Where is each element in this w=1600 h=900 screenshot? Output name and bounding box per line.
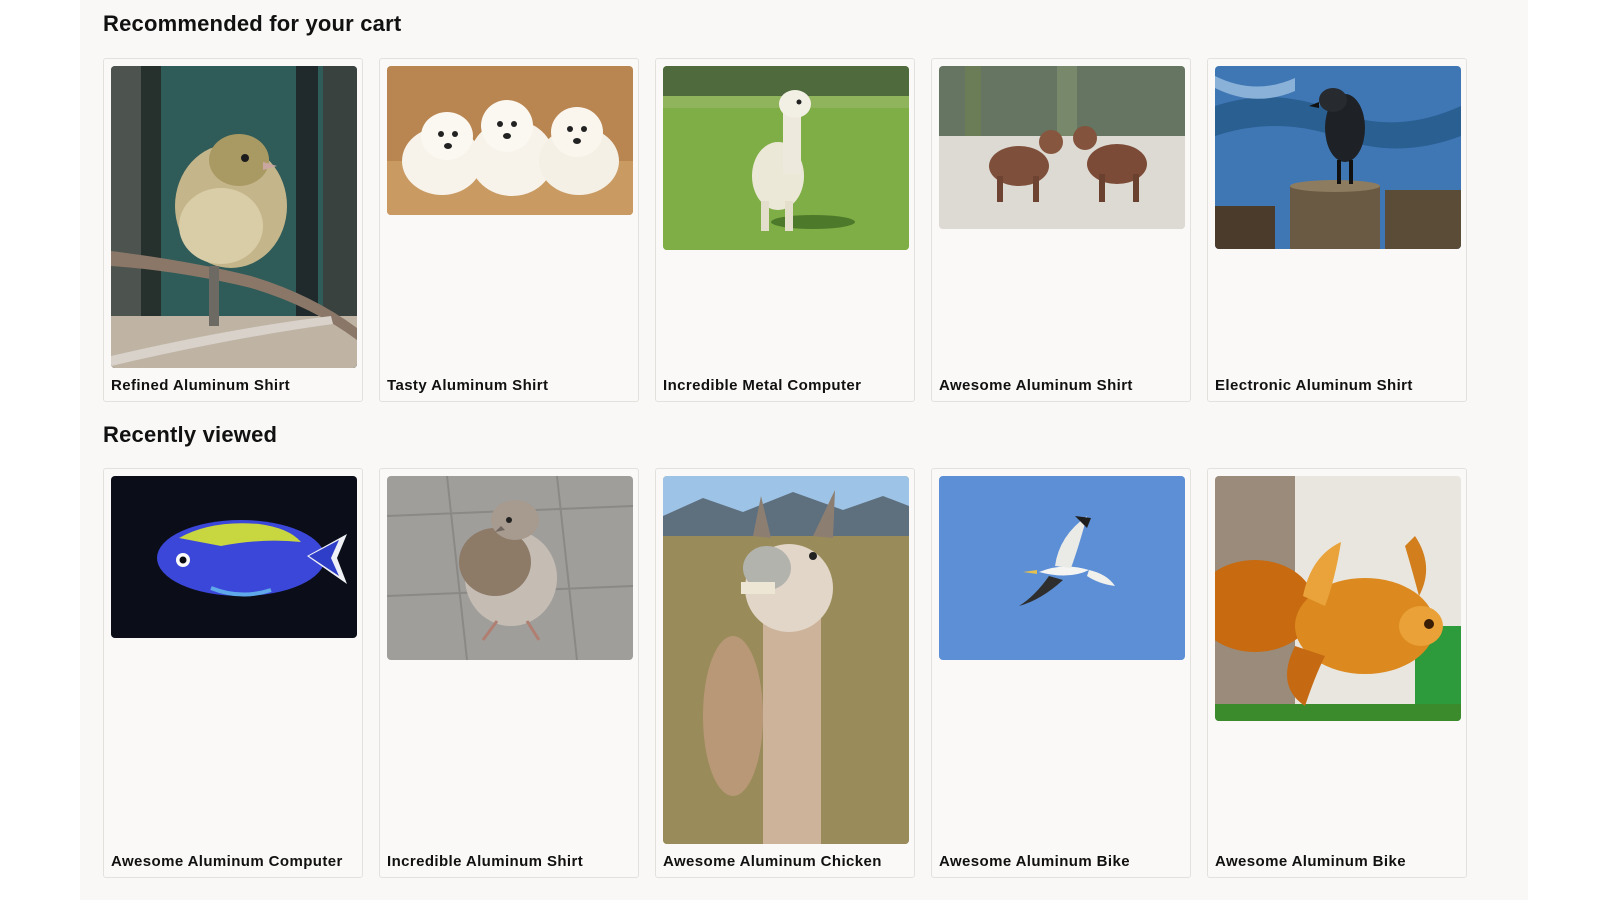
product-name[interactable]: Tasty Aluminum Shirt <box>387 377 548 394</box>
product-card[interactable]: Awesome Aluminum Shirt <box>931 58 1191 402</box>
recently-viewed-section-title: Recently viewed <box>103 422 278 447</box>
recently-viewed-grid: Awesome Aluminum Computer Incredible Alu… <box>103 468 1467 878</box>
product-name[interactable]: Awesome Aluminum Bike <box>1215 853 1406 870</box>
product-image-finch[interactable] <box>111 66 357 368</box>
product-name[interactable]: Electronic Aluminum Shirt <box>1215 377 1413 394</box>
product-image-seagull[interactable] <box>939 476 1185 660</box>
product-name[interactable]: Incredible Aluminum Shirt <box>387 853 583 870</box>
product-card[interactable]: Electronic Aluminum Shirt <box>1207 58 1467 402</box>
product-card[interactable]: Incredible Metal Computer <box>655 58 915 402</box>
product-image-puppies[interactable] <box>387 66 633 215</box>
recommended-section-title: Recommended for your cart <box>103 11 402 36</box>
product-name[interactable]: Awesome Aluminum Shirt <box>939 377 1133 394</box>
product-image-blue-fish[interactable] <box>111 476 357 638</box>
product-card[interactable]: Incredible Aluminum Shirt <box>379 468 639 878</box>
product-name[interactable]: Awesome Aluminum Bike <box>939 853 1130 870</box>
product-name[interactable]: Awesome Aluminum Computer <box>111 853 343 870</box>
product-image-alpacas[interactable] <box>939 66 1185 229</box>
product-image-crow[interactable] <box>1215 66 1461 249</box>
page: Recommended for your cart Refined Alumin… <box>80 0 1528 900</box>
product-image-goldfish[interactable] <box>1215 476 1461 721</box>
recommended-grid: Refined Aluminum Shirt Tasty Aluminum Sh… <box>103 58 1467 402</box>
product-card[interactable]: Awesome Aluminum Computer <box>103 468 363 878</box>
product-image-llama[interactable] <box>663 476 909 844</box>
product-image-alpaca[interactable] <box>663 66 909 250</box>
product-card[interactable]: Awesome Aluminum Bike <box>1207 468 1467 878</box>
product-card[interactable]: Refined Aluminum Shirt <box>103 58 363 402</box>
product-card[interactable]: Awesome Aluminum Chicken <box>655 468 915 878</box>
product-name[interactable]: Refined Aluminum Shirt <box>111 377 290 394</box>
product-image-sparrow[interactable] <box>387 476 633 660</box>
product-card[interactable]: Awesome Aluminum Bike <box>931 468 1191 878</box>
product-name[interactable]: Incredible Metal Computer <box>663 377 861 394</box>
product-card[interactable]: Tasty Aluminum Shirt <box>379 58 639 402</box>
product-name[interactable]: Awesome Aluminum Chicken <box>663 853 882 870</box>
